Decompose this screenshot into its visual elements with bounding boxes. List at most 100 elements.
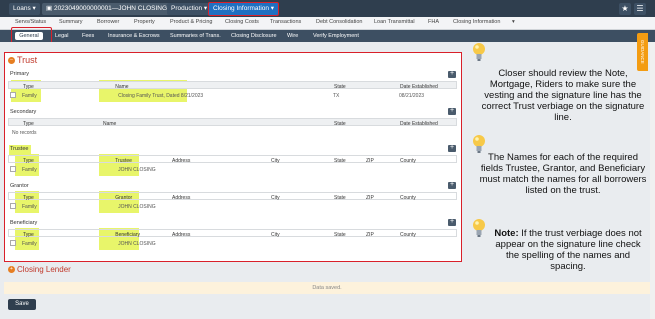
menu-icon[interactable]: ☰ <box>634 3 646 15</box>
col-state: State <box>334 231 346 238</box>
tab-closing-disclosure[interactable]: Closing Disclosure <box>231 33 277 39</box>
tab-verify-employment[interactable]: Verify Employment <box>313 33 359 39</box>
trustee-header: Type Trustee Address City State ZIP Coun… <box>8 155 457 164</box>
loans-label: Loans <box>13 5 31 12</box>
secondary-empty-row: No records <box>8 128 457 137</box>
col-trustee: Trustee <box>115 157 132 164</box>
add-grantor-button[interactable]: + <box>448 181 456 189</box>
top-nav-bar: Loans ▾ ▣ 2023049000000001—JOHN CLOSING … <box>0 0 655 17</box>
col-type: Type <box>23 194 34 201</box>
row-checkbox[interactable] <box>10 92 16 98</box>
col-address: Address <box>172 157 191 164</box>
trustee-name-value: JOHN CLOSING <box>118 166 156 173</box>
note-names-must-match: The Names for each of the required field… <box>479 152 647 196</box>
closing-lender-text: Closing Lender <box>17 265 71 274</box>
col-state: State <box>334 157 346 164</box>
col-zip: ZIP <box>366 231 374 238</box>
col-county: County <box>400 194 416 201</box>
trustee-type-value: Family <box>22 166 37 173</box>
col-zip: ZIP <box>366 157 374 164</box>
beneficiary-type-value: Family <box>22 240 37 247</box>
tab-wire[interactable]: Wire <box>287 33 298 39</box>
tab-fha[interactable]: FHA <box>428 19 439 25</box>
grantor-row[interactable]: Family JOHN CLOSING <box>8 202 457 211</box>
col-state: State <box>334 83 346 90</box>
more-tabs-chevron-icon[interactable]: ▾ <box>512 19 515 25</box>
beneficiary-name-value: JOHN CLOSING <box>118 240 156 247</box>
status-bar: Data saved. <box>4 282 650 294</box>
expand-icon[interactable]: + <box>8 266 15 274</box>
beneficiary-label: Beneficiary <box>10 220 38 226</box>
col-state: State <box>334 194 346 201</box>
col-grantor: Grantor <box>115 194 133 201</box>
tab-debt-consolidation[interactable]: Debt Consolidation <box>316 19 362 25</box>
lightbulb-icon <box>473 219 485 237</box>
col-county: County <box>400 231 416 238</box>
tab-insurance-escrows[interactable]: Insurance & Escrows <box>108 33 160 39</box>
grantor-name-value: JOHN CLOSING <box>118 203 156 210</box>
loan-selector[interactable]: ▣ 2023049000000001—JOHN CLOSING ✕ ▾ <box>42 3 184 15</box>
add-secondary-button[interactable]: + <box>448 107 456 115</box>
tab-fees[interactable]: Fees <box>82 33 94 39</box>
col-address: Address <box>172 231 191 238</box>
col-name: Name <box>115 83 129 90</box>
secondary-tabs: General Legal Fees Insurance & Escrows S… <box>0 30 655 42</box>
trustee-label: Trustee <box>10 146 29 152</box>
col-type: Type <box>23 157 34 164</box>
primary-type-value: Family <box>22 92 37 99</box>
primary-header: Type Name State Date Established <box>8 81 457 90</box>
scrollbar[interactable] <box>650 42 655 319</box>
tab-borrower[interactable]: Borrower <box>97 19 119 25</box>
tab-closing-information[interactable]: Closing Information <box>453 19 500 25</box>
tab-property[interactable]: Property <box>134 19 155 25</box>
tab-product-pricing[interactable]: Product & Pricing <box>170 19 213 25</box>
row-checkbox[interactable] <box>10 203 16 209</box>
add-beneficiary-button[interactable]: + <box>448 218 456 226</box>
trust-title-text: Trust <box>17 55 38 65</box>
col-city: City <box>271 231 280 238</box>
grantor-header: Type Grantor Address City State ZIP Coun… <box>8 192 457 201</box>
row-checkbox[interactable] <box>10 166 16 172</box>
col-state: State <box>334 120 346 127</box>
primary-name-value: Closing Family Trust, Dated 8/21/2023 <box>118 92 204 99</box>
production-label: Production <box>171 5 203 12</box>
col-address: Address <box>172 194 191 201</box>
closing-lender-section-title[interactable]: + Closing Lender <box>8 265 71 274</box>
no-records-text: No records <box>12 129 37 136</box>
col-zip: ZIP <box>366 194 374 201</box>
closing-information-menu[interactable]: Closing Information ▾ <box>208 2 280 16</box>
col-city: City <box>271 194 280 201</box>
production-menu[interactable]: Production ▾ <box>167 3 212 15</box>
closing-information-label: Closing Information <box>213 5 269 12</box>
tab-servs-status[interactable]: Servs/Status <box>15 19 46 25</box>
row-checkbox[interactable] <box>10 240 16 246</box>
beneficiary-row[interactable]: Family JOHN CLOSING <box>8 239 457 248</box>
add-primary-button[interactable]: + <box>448 70 456 78</box>
tab-summaries-of-trans[interactable]: Summaries of Trans. <box>170 33 221 39</box>
collapse-icon[interactable]: – <box>8 57 15 65</box>
col-beneficiary: Beneficiary <box>115 231 140 238</box>
secondary-header: Type Name State Date Established <box>8 118 457 127</box>
col-date-established: Date Established <box>400 83 438 90</box>
col-type: Type <box>23 231 34 238</box>
col-county: County <box>400 157 416 164</box>
guidance-side-tab[interactable]: GUIDANCE <box>637 33 648 71</box>
trust-section-title[interactable]: – Trust <box>8 55 37 65</box>
col-type: Type <box>23 120 34 127</box>
loans-menu[interactable]: Loans ▾ <box>9 3 40 15</box>
grantor-type-value: Family <box>22 203 37 210</box>
primary-row[interactable]: Family Closing Family Trust, Dated 8/21/… <box>8 91 457 100</box>
tab-legal[interactable]: Legal <box>55 33 68 39</box>
tab-closing-costs[interactable]: Closing Costs <box>225 19 259 25</box>
tab-summary[interactable]: Summary <box>59 19 83 25</box>
tab-loan-transmittal[interactable]: Loan Transmittal <box>374 19 415 25</box>
primary-date-value: 08/21/2023 <box>399 92 425 99</box>
loan-number-label: 2023049000000001—JOHN CLOSING <box>53 5 168 12</box>
primary-tabs: Servs/Status Summary Borrower Property P… <box>0 17 655 30</box>
trustee-row[interactable]: Family JOHN CLOSING <box>8 165 457 174</box>
star-icon[interactable]: ★ <box>619 3 631 15</box>
secondary-label: Secondary <box>10 109 37 115</box>
save-button[interactable]: Save <box>8 299 36 310</box>
primary-state-value: TX <box>333 92 340 99</box>
tab-transactions[interactable]: Transactions <box>270 19 301 25</box>
